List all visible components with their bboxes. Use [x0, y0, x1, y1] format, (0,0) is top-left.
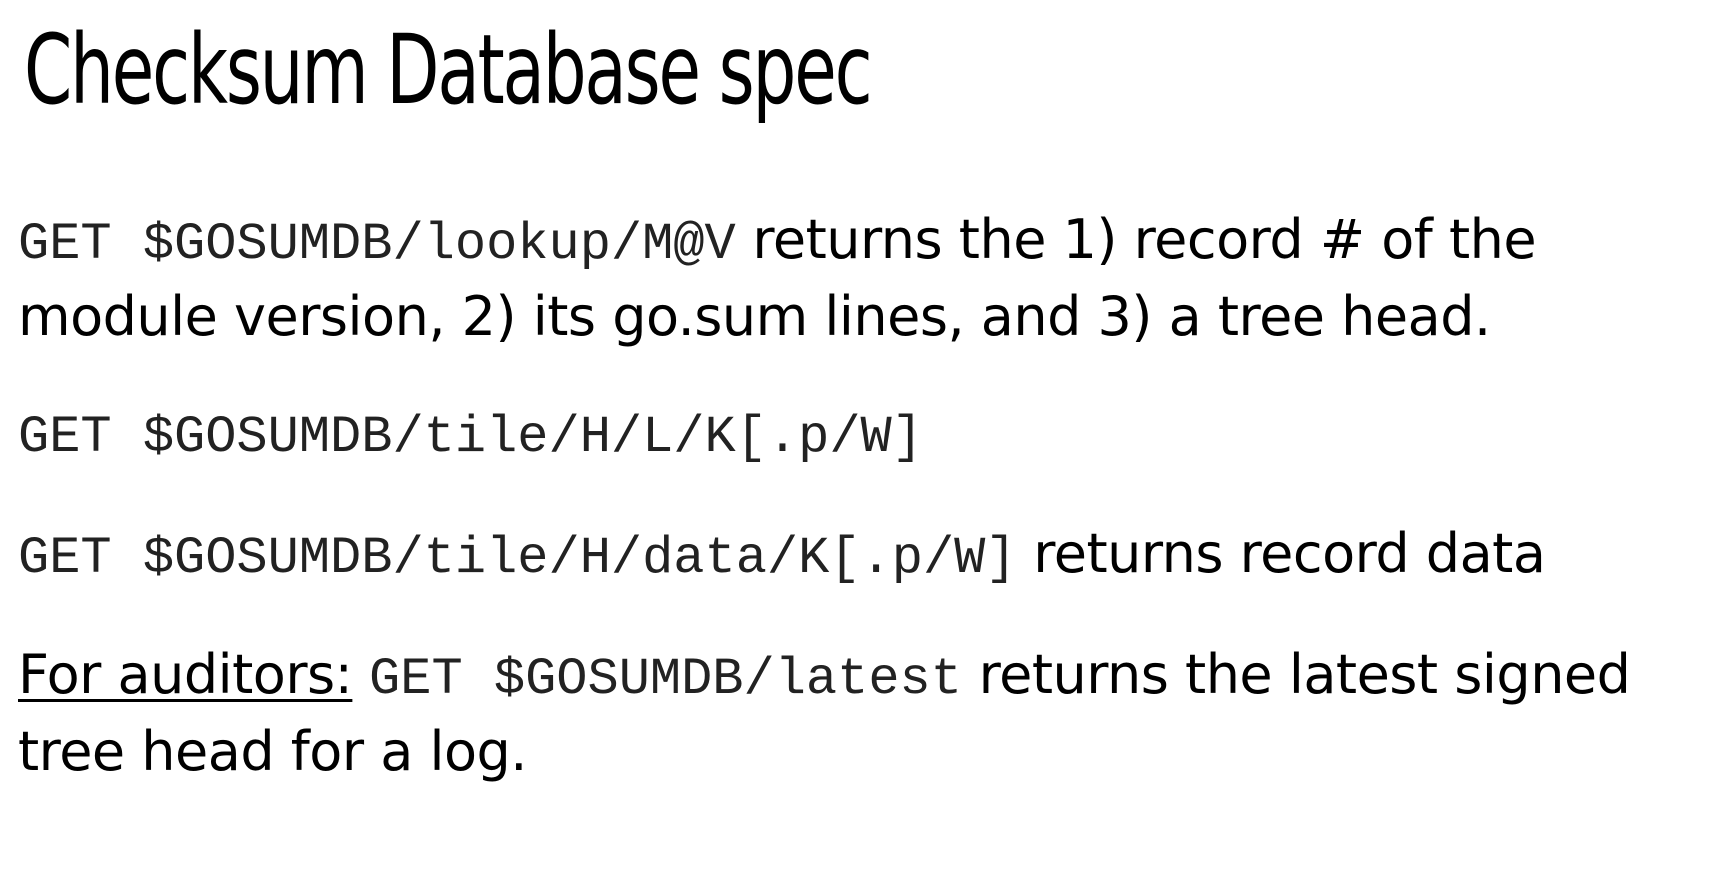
slide-title: Checksum Database spec: [24, 14, 873, 126]
slide-body: GET $GOSUMDB/lookup/M@V returns the 1) r…: [18, 204, 1698, 832]
lookup-endpoint-code: GET $GOSUMDB/lookup/M@V: [18, 215, 736, 274]
tile-data-endpoint-paragraph: GET $GOSUMDB/tile/H/data/K[.p/W] returns…: [18, 518, 1698, 595]
auditors-label: For auditors:: [18, 643, 353, 706]
tile-data-endpoint-code: GET $GOSUMDB/tile/H/data/K[.p/W]: [18, 529, 1017, 588]
tile-endpoint-paragraph: GET $GOSUMDB/tile/H/L/K[.p/W]: [18, 397, 1698, 474]
slide: Checksum Database spec GET $GOSUMDB/look…: [0, 0, 1718, 888]
latest-endpoint-paragraph: For auditors: GET $GOSUMDB/latest return…: [18, 639, 1698, 788]
latest-endpoint-code: GET $GOSUMDB/latest: [369, 650, 962, 709]
lookup-endpoint-paragraph: GET $GOSUMDB/lookup/M@V returns the 1) r…: [18, 204, 1698, 353]
tile-endpoint-code: GET $GOSUMDB/tile/H/L/K[.p/W]: [18, 408, 923, 467]
tile-data-endpoint-description: returns record data: [1016, 522, 1546, 585]
